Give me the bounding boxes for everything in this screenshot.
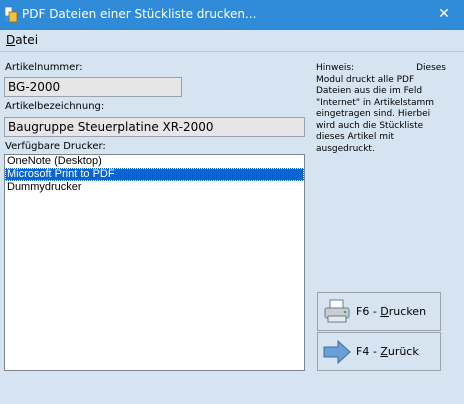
print-button[interactable]: F6 - Drucken xyxy=(317,292,441,331)
hint-text: Hinweis: Dieses Modul druckt alle PDF Da… xyxy=(316,63,446,155)
drucker-label: Verfügbare Drucker: xyxy=(5,141,106,152)
hint-head: Hinweis: Dieses xyxy=(316,63,446,75)
menu-separator xyxy=(0,51,464,52)
close-button[interactable]: ✕ xyxy=(424,0,464,30)
printer-item-selected[interactable]: Microsoft Print to PDF xyxy=(5,168,304,181)
menu-datei-mnemonic: D xyxy=(6,33,16,47)
printer-item[interactable]: OneNote (Desktop) xyxy=(5,155,304,168)
back-button-label: F4 - Zurück xyxy=(356,345,419,358)
printer-icon xyxy=(324,299,350,323)
app-icon xyxy=(4,6,18,23)
title-bar[interactable]: PDF Dateien einer Stückliste drucken... … xyxy=(0,0,464,30)
back-button[interactable]: F4 - Zurück xyxy=(317,332,441,371)
print-label-prefix: F6 - xyxy=(356,305,381,318)
printer-item[interactable]: Dummydrucker xyxy=(5,181,304,194)
artikelbezeichnung-label: Artikelbezeichnung: xyxy=(5,101,105,112)
menu-datei-label: atei xyxy=(15,33,39,47)
print-label-mnemonic: D xyxy=(380,305,389,318)
menu-bar: Datei xyxy=(0,30,464,50)
print-button-label: F6 - Drucken xyxy=(356,305,426,318)
arrow-right-icon xyxy=(323,339,351,365)
printer-listbox[interactable]: OneNote (Desktop) Microsoft Print to PDF… xyxy=(4,154,305,371)
hint-head-left: Hinweis: xyxy=(316,63,355,73)
artikelbezeichnung-field[interactable]: Baugruppe Steuerplatine XR-2000 xyxy=(4,117,305,137)
menu-datei[interactable]: Datei xyxy=(6,33,38,47)
artikelnummer-label: Artikelnummer: xyxy=(5,62,83,73)
back-label-mnemonic: Z xyxy=(380,345,388,358)
print-label-rest: rucken xyxy=(388,305,427,318)
hint-body: Modul druckt alle PDF Dateien aus die im… xyxy=(316,74,435,154)
window-title: PDF Dateien einer Stückliste drucken... xyxy=(22,7,257,21)
hint-head-right: Dieses xyxy=(416,63,446,73)
dialog-window: PDF Dateien einer Stückliste drucken... … xyxy=(0,0,464,404)
back-label-rest: urück xyxy=(387,345,419,358)
artikelnummer-field[interactable]: BG-2000 xyxy=(4,77,182,97)
back-label-prefix: F4 - xyxy=(356,345,381,358)
